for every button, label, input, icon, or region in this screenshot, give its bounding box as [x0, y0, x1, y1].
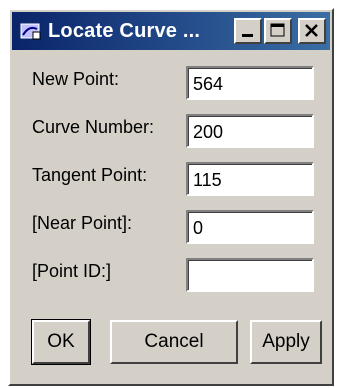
tangent-point-row: Tangent Point: 115: [10, 162, 332, 196]
new-point-label: New Point:: [32, 69, 120, 89]
maximize-icon: [270, 23, 285, 37]
window-title: Locate Curve ...: [48, 19, 201, 42]
point-id-field[interactable]: [186, 258, 314, 292]
tangent-point-field[interactable]: 115: [186, 162, 314, 196]
apply-button[interactable]: Apply: [250, 320, 322, 364]
new-point-row: New Point: 564: [10, 66, 332, 100]
cancel-button[interactable]: Cancel: [110, 320, 238, 364]
title-bar[interactable]: Locate Curve ...: [12, 12, 330, 50]
near-point-label: [Near Point]:: [32, 213, 133, 233]
title-buttons: [232, 18, 326, 44]
point-id-label: [Point ID:]: [32, 261, 112, 281]
close-button[interactable]: [298, 18, 326, 44]
minimize-button[interactable]: [234, 18, 262, 44]
curve-number-row: Curve Number: 200: [10, 114, 332, 148]
curve-number-label: Curve Number:: [32, 117, 155, 137]
app-icon: [20, 21, 42, 41]
locate-curve-dialog: Locate Curve ... New Point: 564 Curve Nu…: [8, 8, 334, 386]
ok-button[interactable]: OK: [31, 319, 91, 365]
point-id-row: [Point ID:]: [10, 258, 332, 292]
curve-number-field[interactable]: 200: [186, 114, 314, 148]
close-icon: [305, 24, 318, 37]
minimize-icon: [242, 34, 253, 37]
near-point-row: [Near Point]: 0: [10, 210, 332, 244]
new-point-field[interactable]: 564: [186, 66, 314, 100]
maximize-button[interactable]: [264, 18, 292, 44]
tangent-point-label: Tangent Point:: [32, 165, 148, 185]
near-point-field[interactable]: 0: [186, 210, 314, 244]
